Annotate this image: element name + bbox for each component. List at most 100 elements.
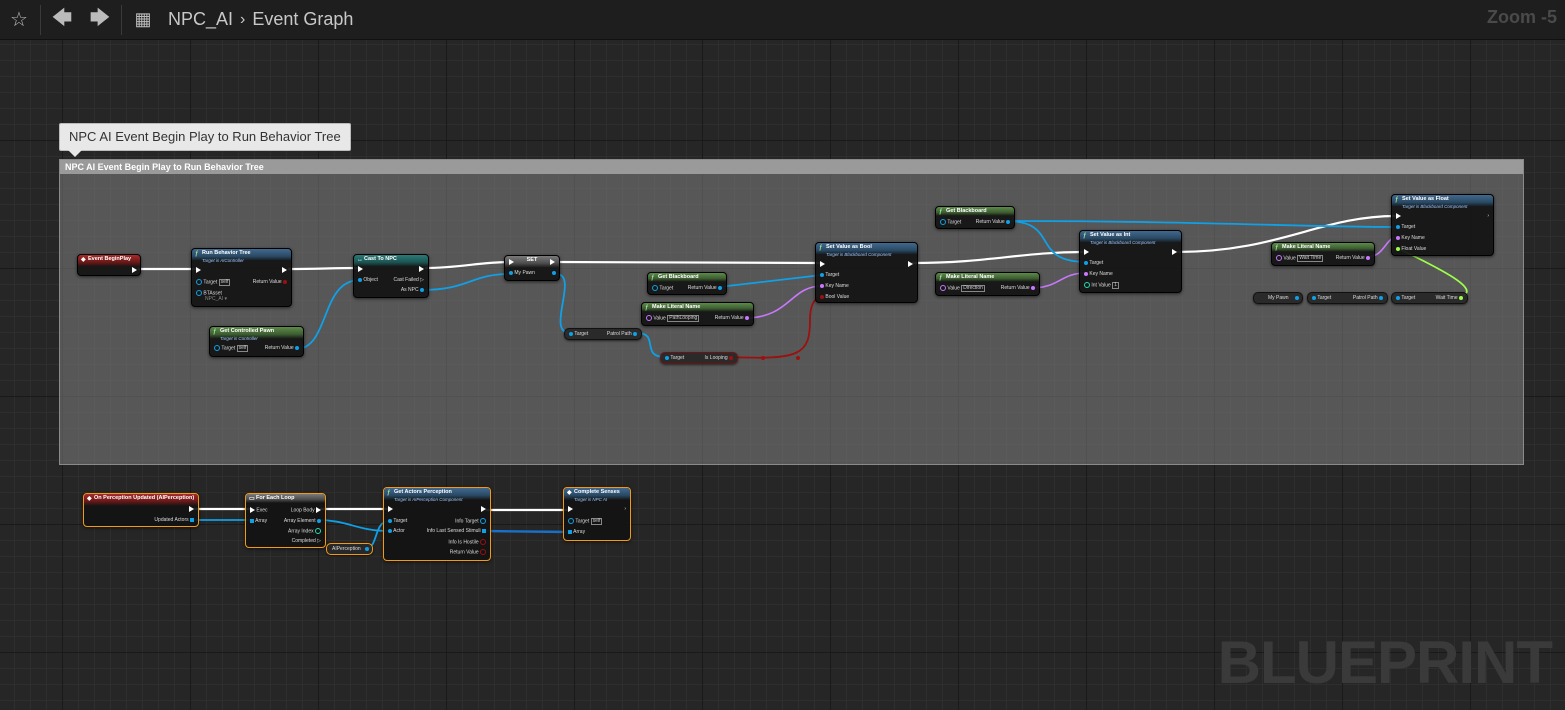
info-target-pin[interactable]: Info Target xyxy=(455,518,486,524)
target-pin[interactable]: Target xyxy=(1084,260,1103,266)
return-value-pin[interactable]: Return Value xyxy=(253,279,287,285)
exec-out-pin[interactable]: › xyxy=(1487,213,1489,219)
loop-body-pin[interactable]: Loop Body xyxy=(291,507,321,513)
key-name-pin[interactable]: Key Name xyxy=(1084,271,1113,277)
target-pin[interactable]: Target xyxy=(820,272,839,278)
comment-box[interactable]: NPC AI Event Begin Play to Run Behavior … xyxy=(59,159,1524,465)
on-perception-updated-node[interactable]: ◆ On Perception Updated (AIPerception) Up… xyxy=(83,493,199,527)
array-pin[interactable]: Array xyxy=(568,529,585,535)
complete-senses-node[interactable]: ◆ Complete Senses Target is NPC AI › Targe… xyxy=(563,487,631,541)
info-is-hostile-pin[interactable]: Info Is Hostile xyxy=(448,539,486,545)
target-pin[interactable]: Target xyxy=(652,285,673,291)
exec-in-pin[interactable] xyxy=(1396,213,1401,219)
exec-out-pin[interactable] xyxy=(419,266,424,272)
exec-in-pin[interactable] xyxy=(568,506,573,512)
exec-out-pin[interactable] xyxy=(481,506,486,512)
get-is-looping-node[interactable]: Target Is Looping xyxy=(660,352,738,364)
forward-arrow-icon[interactable]: 🡆 xyxy=(81,0,119,39)
wait-time-pin[interactable]: Wait Time xyxy=(1436,293,1463,303)
array-element-pin[interactable]: Array Element xyxy=(284,518,321,524)
return-value-pin[interactable]: Return Value xyxy=(976,219,1010,225)
get-my-pawn-node[interactable]: My Pawn xyxy=(1253,292,1303,304)
exec-out-pin[interactable] xyxy=(282,267,287,273)
exec-in-pin[interactable]: Exec xyxy=(250,507,268,513)
my-pawn-pin[interactable]: My Pawn xyxy=(509,270,535,276)
actor-pin[interactable]: Actor xyxy=(388,528,405,534)
patrol-path-pin[interactable]: Patrol Path xyxy=(1353,293,1383,303)
completed-pin[interactable]: Completed ▷ xyxy=(292,538,321,544)
star-icon[interactable]: ☆ xyxy=(0,0,38,39)
target-pin[interactable]: Target xyxy=(1396,293,1415,303)
cast-failed-pin[interactable]: Cast Failed ▷ xyxy=(393,277,424,283)
key-name-pin[interactable]: Key Name xyxy=(1396,235,1425,241)
return-value-pin[interactable]: Return Value xyxy=(1336,255,1370,261)
key-name-pin[interactable]: Key Name xyxy=(820,283,849,289)
get-patrol-path-node[interactable]: Target Patrol Path xyxy=(1307,292,1388,304)
breadcrumb-page[interactable]: Event Graph xyxy=(252,9,353,30)
target-pin[interactable]: Target xyxy=(1396,224,1415,230)
make-literal-name-node[interactable]: ƒ Make Literal Name Value Direction Retur… xyxy=(935,272,1040,296)
exec-out-pin[interactable] xyxy=(908,261,913,267)
get-blackboard-node[interactable]: ƒ Get Blackboard Target Return Value xyxy=(935,206,1015,229)
comment-bubble[interactable]: NPC AI Event Begin Play to Run Behavior … xyxy=(59,123,351,157)
back-arrow-icon[interactable]: 🡄 xyxy=(43,0,81,39)
target-pin[interactable]: Target xyxy=(940,219,961,225)
get-wait-time-node[interactable]: Target Wait Time xyxy=(1391,292,1468,304)
return-value-pin[interactable]: Return Value xyxy=(450,549,486,555)
breadcrumb-root[interactable]: NPC_AI xyxy=(168,9,233,30)
as-npc-pin[interactable]: As NPC xyxy=(401,287,424,293)
target-pin[interactable]: Target self xyxy=(196,279,231,287)
aiperception-variable[interactable]: AIPerception xyxy=(326,543,373,555)
is-looping-pin[interactable]: Is Looping xyxy=(705,353,733,363)
cast-to-npc-node[interactable]: ↔ Cast To NPC Object Cast Failed ▷ As NPC xyxy=(353,254,429,298)
info-last-sensed-pin[interactable]: Info Last Sensed Stimuli xyxy=(427,528,486,534)
float-value-pin[interactable]: Float Value xyxy=(1396,246,1426,252)
make-literal-name-node[interactable]: ƒ Make Literal Name Value Wait Time Retur… xyxy=(1271,242,1375,266)
bt-asset-value[interactable]: NPC_AI ▾ xyxy=(205,296,227,302)
return-value-pin[interactable]: Return Value xyxy=(688,285,722,291)
array-pin[interactable]: Array xyxy=(250,518,267,524)
run-behavior-tree-node[interactable]: ƒ Run Behavior Tree Target is AIController… xyxy=(191,248,292,307)
exec-in-pin[interactable] xyxy=(1084,249,1089,255)
updated-actors-pin[interactable]: Updated Actors xyxy=(154,517,194,523)
exec-in-pin[interactable] xyxy=(509,259,514,265)
patrol-path-pin[interactable]: Patrol Path xyxy=(607,329,637,339)
get-patrol-path-node[interactable]: Target Patrol Path xyxy=(564,328,642,340)
value-pin[interactable]: Value PathLooping xyxy=(646,315,700,323)
int-value-pin[interactable]: Int Value 1 xyxy=(1084,282,1119,290)
comment-title[interactable]: NPC AI Event Begin Play to Run Behavior … xyxy=(60,160,1523,174)
exec-in-pin[interactable] xyxy=(388,506,393,512)
target-pin[interactable]: Target xyxy=(569,329,588,339)
target-pin[interactable]: Target self xyxy=(568,518,603,526)
set-my-pawn-node[interactable]: SET My Pawn xyxy=(504,255,560,281)
for-each-loop-node[interactable]: ▭ For Each Loop Exec Loop Body Array Arra… xyxy=(245,493,326,548)
bool-value-pin[interactable]: Bool Value xyxy=(820,294,849,300)
exec-in-pin[interactable] xyxy=(196,267,201,273)
set-value-as-bool-node[interactable]: ƒ Set Value as Bool Target is Blackboard C… xyxy=(815,242,918,303)
exec-in-pin[interactable] xyxy=(358,266,363,272)
get-blackboard-node[interactable]: ƒ Get Blackboard Target Return Value xyxy=(647,272,727,295)
get-actors-perception-node[interactable]: ƒ Get Actors Perception Target is AIPercep… xyxy=(383,487,491,561)
my-pawn-pin[interactable] xyxy=(1295,293,1299,303)
exec-out-pin[interactable]: › xyxy=(624,506,626,512)
set-value-as-int-node[interactable]: ƒ Set Value as Int Target is Blackboard Co… xyxy=(1079,230,1182,293)
target-pin[interactable]: Target xyxy=(388,518,407,524)
return-value-pin[interactable]: Return Value xyxy=(265,345,299,351)
get-controlled-pawn-node[interactable]: ƒ Get Controlled Pawn Target is Controller… xyxy=(209,326,304,357)
graph-grid-icon[interactable]: ▦ xyxy=(124,0,162,39)
value-pin[interactable]: Value Wait Time xyxy=(1276,255,1324,263)
value-pin[interactable]: Value Direction xyxy=(940,285,985,293)
exec-out-pin[interactable] xyxy=(1172,249,1177,255)
target-pin[interactable]: Target xyxy=(665,353,684,363)
exec-out-pin[interactable] xyxy=(189,506,194,512)
array-index-pin[interactable]: Array Index xyxy=(288,528,321,534)
exec-out-pin[interactable] xyxy=(550,259,555,265)
target-pin[interactable]: Target self xyxy=(214,345,249,353)
return-value-pin[interactable]: Return Value xyxy=(1001,285,1035,291)
aiperception-pin[interactable] xyxy=(365,544,369,554)
my-pawn-out-pin[interactable] xyxy=(552,270,556,276)
exec-out-pin[interactable] xyxy=(132,267,137,273)
object-pin[interactable]: Object xyxy=(358,277,378,283)
make-literal-name-node[interactable]: ƒ Make Literal Name Value PathLooping Ret… xyxy=(641,302,754,326)
exec-in-pin[interactable] xyxy=(820,261,825,267)
